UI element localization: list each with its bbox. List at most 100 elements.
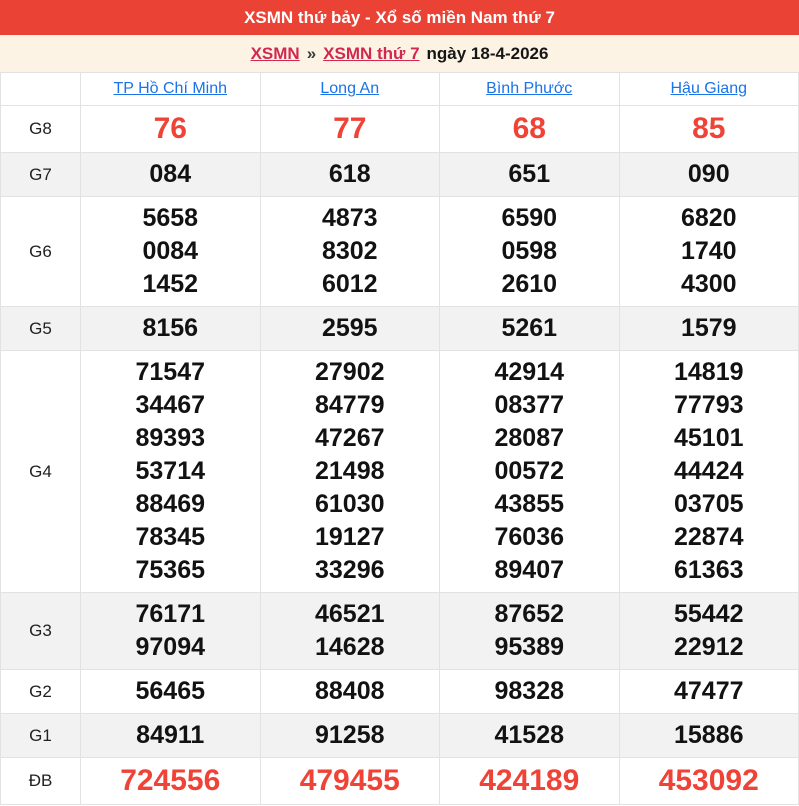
result-number: 8302 [261,235,440,268]
result-cell: 4652114628 [260,593,440,670]
breadcrumb-link-xsmn[interactable]: XSMN [251,44,300,64]
result-number: 97094 [81,631,260,664]
result-number: 89407 [440,554,619,587]
result-number: 453092 [620,763,799,799]
result-number: 6012 [261,268,440,301]
results-table: TP Hồ Chí Minh Long An Bình Phước Hậu Giang… [0,72,799,805]
breadcrumb: XSMN » XSMN thứ 7 ngày 18-4-2026 [0,35,799,72]
breadcrumb-link-xsmn-thu-7[interactable]: XSMN thứ 7 [323,44,419,64]
result-number: 75365 [81,554,260,587]
result-number: 14819 [620,356,799,389]
prize-label-g2: G2 [1,670,81,714]
result-cell: 724556 [81,758,261,805]
result-number: 46521 [261,598,440,631]
result-number: 89393 [81,422,260,455]
result-number: 78345 [81,521,260,554]
result-cell: 2595 [260,307,440,351]
result-number: 42914 [440,356,619,389]
prize-row-g4: G471547344678939353714884697834575365279… [1,351,799,593]
result-number: 2595 [261,312,440,345]
result-number: 1579 [620,312,799,345]
result-cell: 14819777934510144424037052287461363 [619,351,799,593]
result-number: 53714 [81,455,260,488]
result-cell: 77 [260,106,440,153]
result-cell: 8765295389 [440,593,620,670]
results-table-body: G876776885G7084618651090G656580084145248… [1,106,799,805]
result-number: 61363 [620,554,799,587]
result-cell: 84911 [81,714,261,758]
result-cell: 98328 [440,670,620,714]
result-cell: 682017404300 [619,197,799,307]
result-number: 68 [440,111,619,147]
prize-label-g8: G8 [1,106,81,153]
result-number: 44424 [620,455,799,488]
result-number: 2610 [440,268,619,301]
result-number: 6590 [440,202,619,235]
page-title-bar: XSMN thứ bảy - Xổ số miền Nam thứ 7 [0,0,799,35]
result-number: 0084 [81,235,260,268]
province-link-3[interactable]: Hậu Giang [671,80,748,97]
result-number: 8156 [81,312,260,345]
result-number: 03705 [620,488,799,521]
result-number: 479455 [261,763,440,799]
prize-label-g7: G7 [1,153,81,197]
result-number: 98328 [440,675,619,708]
result-number: 76036 [440,521,619,554]
province-link-0[interactable]: TP Hồ Chí Minh [113,80,227,97]
result-number: 76171 [81,598,260,631]
prize-row-g1: G184911912584152815886 [1,714,799,758]
prize-row-g3: G376171970944652114628876529538955442229… [1,593,799,670]
result-number: 6820 [620,202,799,235]
result-number: 41528 [440,719,619,752]
result-number: 47477 [620,675,799,708]
result-number: 77 [261,111,440,147]
result-number: 95389 [440,631,619,664]
result-number: 28087 [440,422,619,455]
result-number: 88469 [81,488,260,521]
breadcrumb-date: ngày 18-4-2026 [427,44,549,64]
province-link-1[interactable]: Long An [320,80,379,97]
prize-row-db: ĐB724556479455424189453092 [1,758,799,805]
province-header-row: TP Hồ Chí Minh Long An Bình Phước Hậu Giang [1,73,799,106]
result-number: 0598 [440,235,619,268]
result-number: 424189 [440,763,619,799]
result-number: 651 [440,158,619,191]
province-link-2[interactable]: Bình Phước [486,80,572,97]
page-title: XSMN thứ bảy - Xổ số miền Nam thứ 7 [244,8,555,28]
result-number: 22912 [620,631,799,664]
prize-label-db: ĐB [1,758,81,805]
result-number: 43855 [440,488,619,521]
breadcrumb-separator: » [307,44,316,64]
result-number: 4873 [261,202,440,235]
result-number: 084 [81,158,260,191]
prize-label-g1: G1 [1,714,81,758]
result-number: 1740 [620,235,799,268]
result-number: 27902 [261,356,440,389]
result-cell: 41528 [440,714,620,758]
result-cell: 565800841452 [81,197,261,307]
result-cell: 618 [260,153,440,197]
result-number: 22874 [620,521,799,554]
prize-label-g3: G3 [1,593,81,670]
result-number: 21498 [261,455,440,488]
result-number: 76 [81,111,260,147]
result-cell: 68 [440,106,620,153]
result-number: 84779 [261,389,440,422]
prize-row-g2: G256465884089832847477 [1,670,799,714]
result-cell: 090 [619,153,799,197]
result-number: 85 [620,111,799,147]
province-header-cell: Long An [260,73,440,106]
result-cell: 5261 [440,307,620,351]
result-number: 33296 [261,554,440,587]
result-number: 47267 [261,422,440,455]
result-cell: 084 [81,153,261,197]
result-number: 5658 [81,202,260,235]
result-number: 4300 [620,268,799,301]
result-cell: 5544222912 [619,593,799,670]
result-number: 724556 [81,763,260,799]
result-cell: 1579 [619,307,799,351]
result-cell: 659005982610 [440,197,620,307]
result-cell: 424189 [440,758,620,805]
result-cell: 487383026012 [260,197,440,307]
result-cell: 88408 [260,670,440,714]
